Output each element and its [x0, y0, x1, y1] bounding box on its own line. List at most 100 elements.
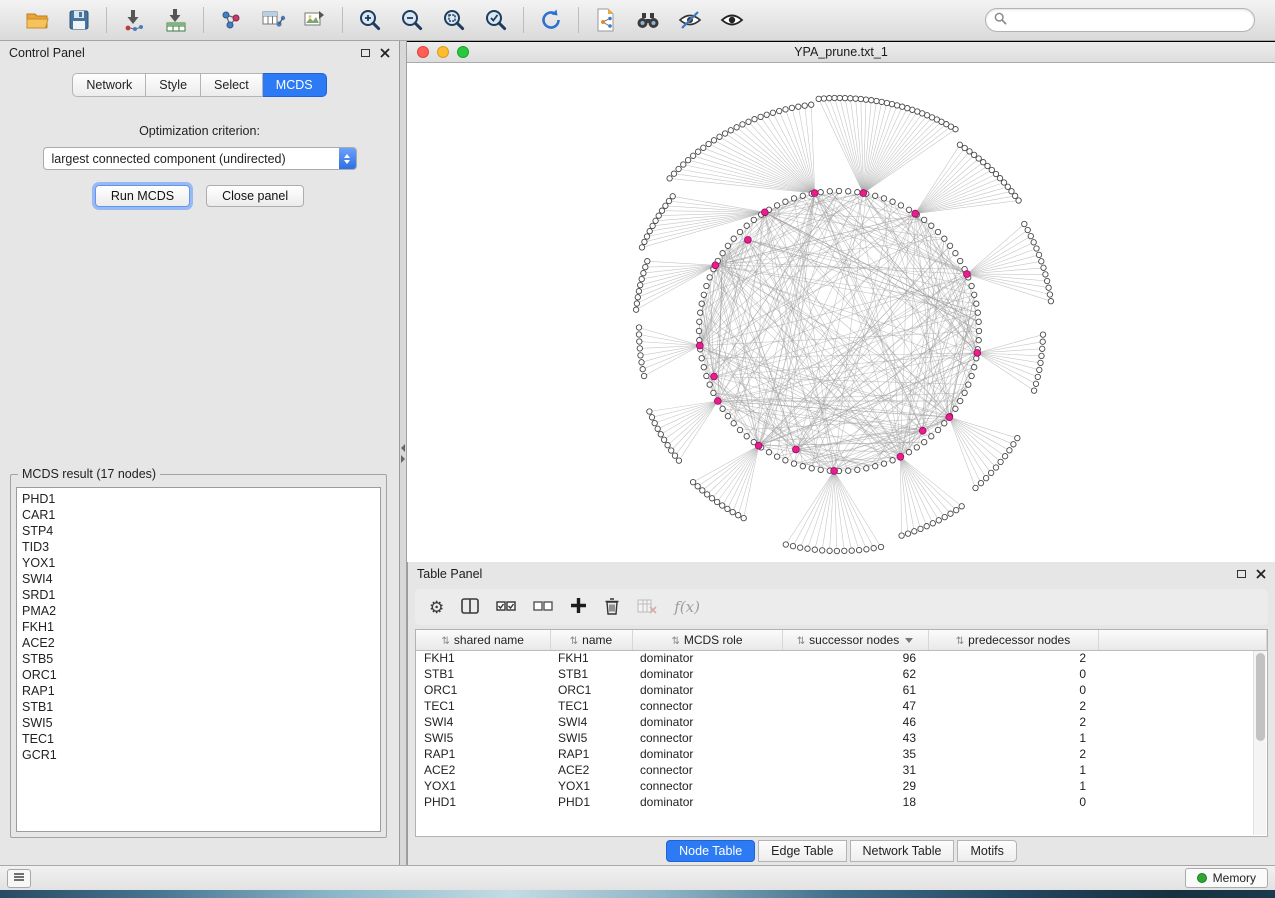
col-header-mcds-role[interactable]: ⇅MCDS role	[632, 630, 782, 650]
tab-network-table[interactable]: Network Table	[850, 840, 955, 862]
float-table-panel-icon[interactable]	[1237, 570, 1246, 578]
mcds-result-item[interactable]: STB5	[22, 651, 375, 667]
save-session-icon	[66, 7, 92, 33]
table-row[interactable]: YOX1YOX1connector291	[416, 778, 1267, 794]
tab-style[interactable]: Style	[146, 73, 201, 97]
mcds-result-list[interactable]: PHD1CAR1STP4TID3YOX1SWI4SRD1PMA2FKH1ACE2…	[16, 487, 381, 832]
save-session-button[interactable]	[61, 4, 97, 36]
mcds-result-item[interactable]: CAR1	[22, 507, 375, 523]
tab-select[interactable]: Select	[201, 73, 263, 97]
criterion-select[interactable]: largest connected component (undirected)	[43, 147, 357, 170]
cell-filler	[1098, 714, 1267, 730]
zoom-in-icon	[357, 7, 383, 33]
search-network-button[interactable]	[630, 4, 666, 36]
panel-toggle-button[interactable]	[7, 869, 31, 888]
new-network-button[interactable]	[213, 4, 249, 36]
close-table-panel-icon[interactable]	[1256, 569, 1266, 579]
table-row[interactable]: ORC1ORC1dominator610	[416, 682, 1267, 698]
table-row[interactable]: SWI5SWI5connector431	[416, 730, 1267, 746]
cell-predecessor-nodes: 2	[928, 650, 1098, 666]
select-all-button[interactable]	[496, 598, 516, 617]
control-panel-title: Control Panel	[9, 46, 85, 60]
table-row[interactable]: PHD1PHD1dominator180	[416, 794, 1267, 810]
memory-button[interactable]: Memory	[1185, 868, 1268, 888]
mcds-result-item[interactable]: PMA2	[22, 603, 375, 619]
zoom-fit-button[interactable]	[436, 4, 472, 36]
mcds-result-item[interactable]: ACE2	[22, 635, 375, 651]
run-mcds-button[interactable]: Run MCDS	[95, 185, 190, 207]
tab-edge-table[interactable]: Edge Table	[758, 840, 846, 862]
show-details-eye-button[interactable]	[714, 4, 750, 36]
table-scrollbar[interactable]	[1253, 651, 1266, 835]
network-canvas[interactable]	[407, 63, 1275, 562]
cell-predecessor-nodes: 0	[928, 666, 1098, 682]
float-panel-icon[interactable]	[361, 49, 370, 57]
table-row[interactable]: TEC1TEC1connector472	[416, 698, 1267, 714]
mcds-result-item[interactable]: FKH1	[22, 619, 375, 635]
status-bar: Memory	[0, 865, 1275, 890]
tab-node-table[interactable]: Node Table	[666, 840, 755, 862]
import-network-button[interactable]	[116, 4, 152, 36]
mcds-result-item[interactable]: GCR1	[22, 747, 375, 763]
mcds-result-item[interactable]: SWI5	[22, 715, 375, 731]
export-network-button[interactable]	[588, 4, 624, 36]
collapse-right-icon[interactable]	[401, 455, 405, 463]
cell-predecessor-nodes: 2	[928, 714, 1098, 730]
cell-successor-nodes: 62	[782, 666, 928, 682]
mcds-result-item[interactable]: ORC1	[22, 667, 375, 683]
global-search-field[interactable]	[985, 8, 1255, 32]
cell-shared-name: YOX1	[416, 778, 550, 794]
table-row[interactable]: SWI4SWI4dominator462	[416, 714, 1267, 730]
open-file-button[interactable]	[19, 4, 55, 36]
network-window-titlebar[interactable]: YPA_prune.txt_1	[407, 42, 1275, 63]
export-image-button[interactable]	[297, 4, 333, 36]
panel-splitter[interactable]	[400, 41, 407, 865]
mcds-result-item[interactable]: YOX1	[22, 555, 375, 571]
table-row[interactable]: ACE2ACE2connector311	[416, 762, 1267, 778]
table-settings-button[interactable]: ⚙	[429, 599, 444, 616]
col-header-successor-nodes[interactable]: ⇅successor nodes	[782, 630, 928, 650]
sort-direction-icon	[905, 638, 913, 643]
network-from-table-button[interactable]	[255, 4, 291, 36]
mcds-result-item[interactable]: TEC1	[22, 731, 375, 747]
mcds-result-item[interactable]: STP4	[22, 523, 375, 539]
col-header-shared-name[interactable]: ⇅shared name	[416, 630, 550, 650]
close-panel-icon[interactable]	[380, 48, 390, 58]
tab-network[interactable]: Network	[72, 73, 146, 97]
network-graph[interactable]	[407, 63, 1275, 563]
close-panel-button[interactable]: Close panel	[206, 185, 304, 207]
table-row[interactable]: FKH1FKH1dominator962	[416, 650, 1267, 666]
zoom-selected-button[interactable]	[478, 4, 514, 36]
style-visibility-button[interactable]	[672, 4, 708, 36]
mcds-result-item[interactable]: TID3	[22, 539, 375, 555]
sort-icon: ⇅	[956, 636, 964, 647]
cell-filler	[1098, 650, 1267, 666]
mcds-result-item[interactable]: SRD1	[22, 587, 375, 603]
collapse-left-icon[interactable]	[401, 444, 405, 452]
mcds-result-item[interactable]: PHD1	[22, 491, 375, 507]
col-header-predecessor-nodes[interactable]: ⇅predecessor nodes	[928, 630, 1098, 650]
tab-mcds[interactable]: MCDS	[263, 73, 327, 97]
sort-icon: ⇅	[671, 636, 679, 647]
search-input[interactable]	[1012, 13, 1246, 27]
zoom-out-button[interactable]	[394, 4, 430, 36]
deselect-all-button[interactable]	[533, 598, 553, 617]
mcds-result-item[interactable]: STB1	[22, 699, 375, 715]
import-table-button[interactable]	[158, 4, 194, 36]
table-row[interactable]: STB1STB1dominator620	[416, 666, 1267, 682]
col-header-name[interactable]: ⇅name	[550, 630, 632, 650]
table-scrollbar-thumb[interactable]	[1256, 653, 1265, 741]
tab-motifs[interactable]: Motifs	[957, 840, 1016, 862]
zoom-in-button[interactable]	[352, 4, 388, 36]
select-stepper-icon	[339, 148, 356, 169]
mcds-result-item[interactable]: SWI4	[22, 571, 375, 587]
new-network-icon	[218, 7, 244, 33]
split-columns-button[interactable]	[461, 598, 479, 617]
table-row[interactable]: RAP1RAP1dominator352	[416, 746, 1267, 762]
mcds-result-item[interactable]: RAP1	[22, 683, 375, 699]
function-builder-button[interactable]: f(x)	[674, 598, 700, 616]
delete-column-button[interactable]	[604, 597, 620, 618]
add-column-button[interactable]	[570, 597, 587, 617]
cell-shared-name: ORC1	[416, 682, 550, 698]
refresh-layout-button[interactable]	[533, 4, 569, 36]
